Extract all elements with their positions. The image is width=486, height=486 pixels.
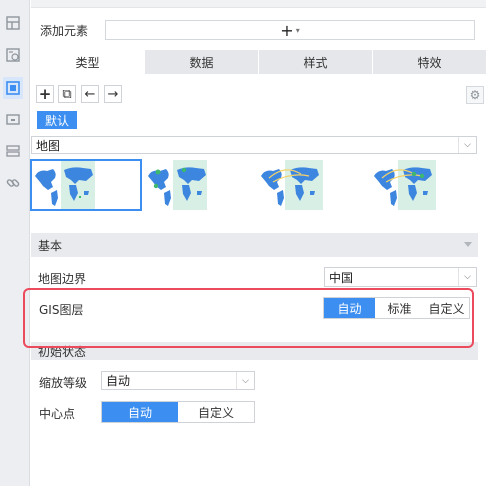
add-chart-button[interactable]: + [36, 85, 54, 103]
tab-style[interactable]: 样式 [259, 50, 373, 74]
map-thumbnail-plain[interactable] [30, 159, 142, 211]
add-element-label: 添加元素 [40, 24, 89, 38]
panel-icon[interactable] [3, 108, 23, 130]
chevron-down-icon: ⌵ [458, 268, 476, 286]
component-icon[interactable] [3, 77, 23, 99]
map-boundary-value: 中国 [329, 270, 354, 285]
tab-type[interactable]: 类型 [31, 50, 145, 74]
layout-icon[interactable] [3, 12, 23, 34]
caret-down-icon: ▾ [295, 25, 300, 35]
center-point-custom[interactable]: 自定义 [178, 402, 254, 422]
highlight-box [23, 288, 474, 348]
panel-top-bar [31, 0, 486, 8]
center-point-toggle: 自动 自定义 [101, 401, 255, 423]
map-boundary-label: 地图边界 [38, 272, 87, 286]
copy-icon: ⧉ [62, 86, 72, 102]
default-chart-tab[interactable]: 默认 [37, 111, 78, 129]
zoom-level-value: 自动 [106, 374, 131, 388]
copy-chart-button[interactable]: ⧉ [58, 85, 76, 103]
center-point-label: 中心点 [39, 407, 76, 421]
gear-icon: ⚙ [469, 88, 481, 102]
basic-section-title: 基本 [38, 238, 63, 253]
map-thumbnail-flow-markers[interactable] [370, 160, 480, 210]
map-boundary-select[interactable]: 中国 ⌵ [324, 267, 477, 287]
tab-data[interactable]: 数据 [145, 50, 259, 74]
add-element-button[interactable]: + ▾ [105, 20, 475, 40]
map-thumbnail-markers[interactable] [144, 160, 254, 210]
chart-type-value: 地图 [36, 138, 61, 153]
tab-bar: 类型 数据 样式 特效 [31, 50, 486, 74]
layers-icon[interactable] [3, 140, 23, 162]
plus-icon: + [38, 85, 52, 103]
zoom-level-select[interactable]: 自动 ⌵ [101, 371, 255, 390]
tab-effects[interactable]: 特效 [373, 50, 486, 74]
chevron-down-icon: ⌵ [236, 372, 254, 389]
arrow-right-icon: → [107, 86, 119, 102]
property-panel: 添加元素 + ▾ 类型 数据 样式 特效 + ⧉ ← → ⚙ 默认 地图 ⌵ 基… [23, 0, 486, 486]
plus-icon: + [280, 20, 294, 40]
widget-icon[interactable] [3, 44, 23, 66]
collapse-icon [464, 242, 472, 247]
chevron-down-icon: ⌵ [458, 137, 476, 153]
basic-section-header[interactable]: 基本 [31, 233, 478, 257]
center-point-auto[interactable]: 自动 [102, 402, 178, 422]
link-icon[interactable] [3, 172, 23, 194]
zoom-level-label: 缩放等级 [39, 376, 88, 390]
left-toolbar [0, 0, 30, 486]
map-thumbnail-flow[interactable] [257, 160, 367, 210]
move-back-button[interactable]: ← [81, 85, 99, 103]
arrow-left-icon: ← [84, 86, 96, 102]
settings-button[interactable]: ⚙ [466, 86, 484, 104]
move-forward-button[interactable]: → [104, 85, 122, 103]
chart-type-select[interactable]: 地图 ⌵ [31, 136, 477, 154]
